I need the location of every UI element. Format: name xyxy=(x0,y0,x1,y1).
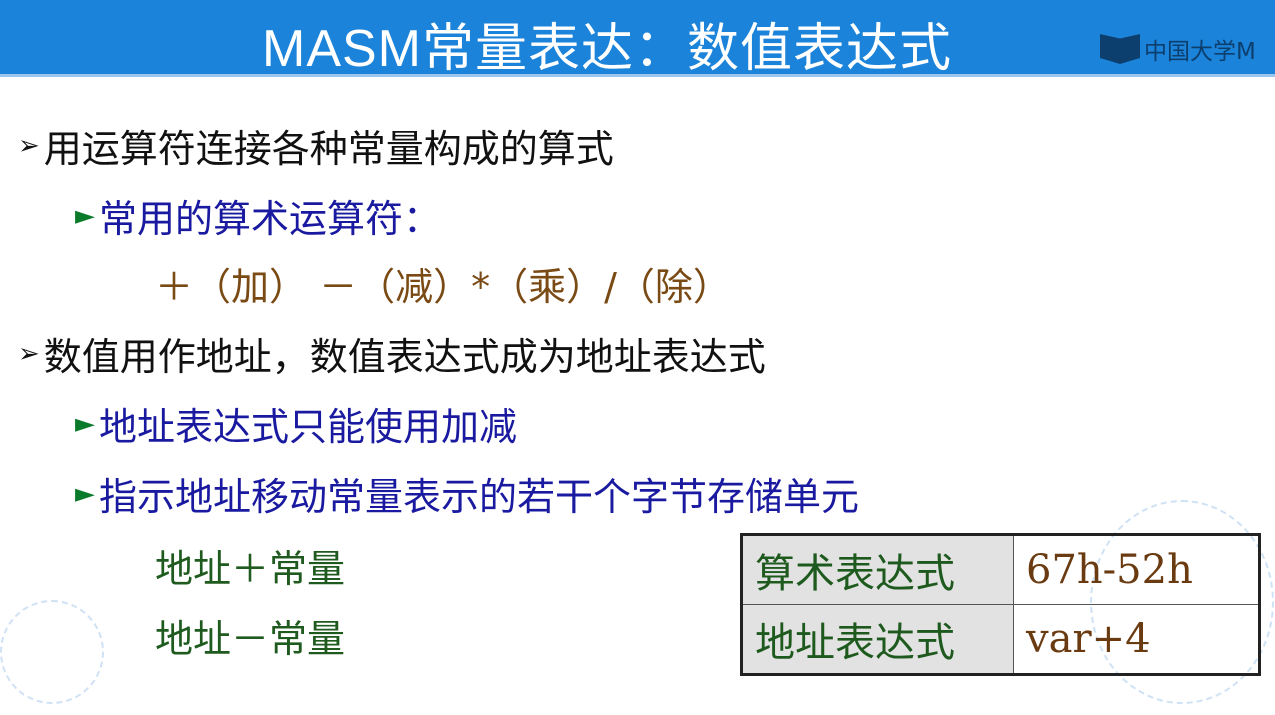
sub-bullet-2: ► 地址表达式只能使用加减 xyxy=(75,396,517,451)
arrow-bullet-icon: ➢ xyxy=(18,338,40,369)
logo-icon xyxy=(1100,34,1140,64)
table-row: 算术表达式 67h-52h xyxy=(741,534,1260,605)
logo: 中国大学M xyxy=(1100,32,1256,66)
table-row: 地址表达式 var+4 xyxy=(741,604,1260,675)
title-bar: MASM常量表达：数值表达式 中国大学M xyxy=(0,0,1275,78)
sub-bullet-3: ► 指示地址移动常量表示的若干个字节存储单元 xyxy=(75,466,859,521)
bullet-text: 指示地址移动常量表示的若干个字节存储单元 xyxy=(99,475,860,519)
row-label: 地址表达式 xyxy=(741,604,1014,675)
slide-title: MASM常量表达：数值表达式 xyxy=(262,20,953,78)
example-line-1: 地址＋常量 xyxy=(155,547,346,591)
bullet-2: ➢ 数值用作地址，数值表达式成为地址表达式 xyxy=(18,326,766,381)
bullet-text: 常用的算术运算符： xyxy=(99,197,442,241)
operators-line: ＋（加） －（减）*（乘）/（除） xyxy=(155,265,731,309)
bullet-text: 数值用作地址，数值表达式成为地址表达式 xyxy=(43,335,766,379)
example-table: 算术表达式 67h-52h 地址表达式 var+4 xyxy=(740,533,1261,676)
bullet-text: 用运算符连接各种常量构成的算式 xyxy=(43,127,614,171)
bullet-1: ➢ 用运算符连接各种常量构成的算式 xyxy=(18,118,614,173)
triangle-bullet-icon: ► xyxy=(75,200,95,231)
example-line-2: 地址－常量 xyxy=(155,617,346,661)
triangle-bullet-icon: ► xyxy=(75,408,95,439)
sub-bullet-1: ► 常用的算术运算符： xyxy=(75,188,441,243)
bullet-text: 地址表达式只能使用加减 xyxy=(99,405,518,449)
row-value: 67h-52h xyxy=(1013,534,1260,605)
row-value: var+4 xyxy=(1013,604,1260,675)
row-label: 算术表达式 xyxy=(741,534,1014,605)
logo-text: 中国大学M xyxy=(1144,39,1256,65)
triangle-bullet-icon: ► xyxy=(75,478,95,509)
arrow-bullet-icon: ➢ xyxy=(18,130,40,161)
decorative-circle xyxy=(0,600,104,704)
